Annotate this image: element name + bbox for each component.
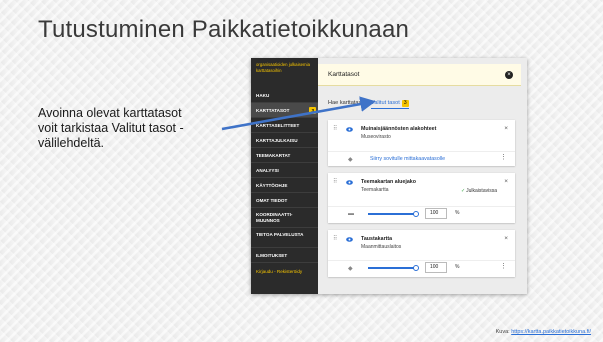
eye-icon[interactable] [346,127,353,132]
credit-label: Kuva: [495,329,510,335]
callout-line: välilehdeltä. [38,136,105,150]
nav-item-karttatasot[interactable]: KARTTATASOT 3 [251,103,318,118]
callout-line: Avoinna olevat karttatasot [38,106,182,120]
opacity-unit: % [455,264,460,270]
org-text: organisaatioiden julkaisemia karttatasoi… [256,62,310,73]
more-options-icon[interactable]: ⋮ [500,154,507,161]
slide-title: Tutustuminen Paikkatietoikkunaan [38,16,410,43]
layer-name: Muinaisjäännösten alakohteet [361,126,437,132]
nav-item-label: KARTTATASOT [256,108,290,113]
layer-tools-row: ▬ 100 % [328,206,515,223]
remove-layer-icon[interactable]: × [504,235,508,242]
opacity-icon: ▬ [348,211,354,217]
drag-handle-icon[interactable]: ⠿ [333,236,337,242]
drag-handle-icon[interactable]: ⠿ [333,126,337,132]
remove-layer-icon[interactable]: × [504,125,508,132]
layer-count-badge: 3 [309,107,316,114]
layer-tools-row: ◆ 100 % ⋮ [328,260,515,277]
nav-item-haku[interactable]: HAKU [251,88,318,103]
layer-card: ⠿ Taustakartta Maanmittauslaitos × ◆ 100… [328,230,515,277]
layer-source: Teemakartta [361,187,389,193]
selected-count-badge: 3 [401,100,409,107]
publish-status: ✓Julkaistavissa [461,188,497,194]
nav-item-koordinaattimuunnos[interactable]: KOORDINAATTI-MUUNNOS [251,208,318,228]
zoom-to-scale-link[interactable]: Siirry sovitulle mittakaavatasolle [370,156,445,162]
panel-header: Karttatasot × [318,64,521,86]
eye-icon[interactable] [346,180,353,185]
callout-line: voit tarkistaa Valitut tasot - [38,121,184,135]
panel-title: Karttatasot [328,71,360,78]
layer-source: Museovirasto [361,134,391,140]
image-credit: Kuva: https://kartta.paikkatietoikkuna.f… [496,329,591,335]
publish-status-label: Julkaistavissa [466,188,497,194]
opacity-unit: % [455,210,460,216]
nav-item-karttajulkaisu[interactable]: KARTTAJULKAISU [251,133,318,148]
layer-source: Maanmittauslaitos [361,244,402,250]
nav-item-ilmoitukset[interactable]: ILMOITUKSET [251,248,318,263]
tab-selected-layers[interactable]: Valitut tasot 3 [371,100,409,109]
close-icon[interactable]: × [505,71,513,79]
app-screenshot: organisaatioiden julkaisemia karttatasoi… [251,58,527,294]
remove-layer-icon[interactable]: × [504,178,508,185]
tab-label: Valitut tasot [371,100,400,106]
layer-card: ⠿ Muinaisjäännösten alakohteet Museovira… [328,120,515,166]
credit-link[interactable]: https://kartta.paikkatietoikkuna.fi/ [511,329,591,335]
layer-name: Teemakartan aluejako [361,179,416,185]
nav-item-analyysi[interactable]: ANALYYSI [251,163,318,178]
layer-name: Taustakartta [361,236,393,242]
layer-tools-row: ◆ Siirry sovitulle mittakaavatasolle ⋮ [328,151,515,166]
opacity-input[interactable]: 100 [425,262,447,273]
opacity-input[interactable]: 100 [425,208,447,219]
nav-item-karttaselitteet[interactable]: KARTTASELITTEET [251,118,318,133]
callout-text: Avoinna olevat karttatasot voit tarkista… [38,106,238,151]
login-link[interactable]: Kirjaudu - Rekisteröidy [251,263,318,280]
layer-card: ⠿ Teemakartan aluejako Teemakartta × ✓Ju… [328,173,515,223]
sidebar-nav: organisaatioiden julkaisemia karttatasoi… [251,58,318,294]
opacity-slider[interactable] [368,264,419,271]
eye-icon[interactable] [346,237,353,242]
layers-icon: ◆ [348,266,353,272]
nav-item-tietoa-palvelusta[interactable]: TIETOA PALVELUSTA [251,228,318,248]
tab-search-layers[interactable]: Hae karttatasoja [328,100,369,106]
slider-handle[interactable] [413,264,419,271]
slider-handle[interactable] [413,210,419,217]
drag-handle-icon[interactable]: ⠿ [333,179,337,185]
nav-item-teemakartat[interactable]: TEEMAKARTAT [251,148,318,163]
opacity-slider[interactable] [368,210,419,217]
nav-item-omat-tiedot[interactable]: OMAT TIEDOT [251,193,318,208]
more-options-icon[interactable]: ⋮ [500,263,507,270]
nav-item-kayttoohje[interactable]: KÄYTTÖOHJE [251,178,318,193]
layers-icon: ◆ [348,157,353,163]
check-icon: ✓ [460,188,466,194]
